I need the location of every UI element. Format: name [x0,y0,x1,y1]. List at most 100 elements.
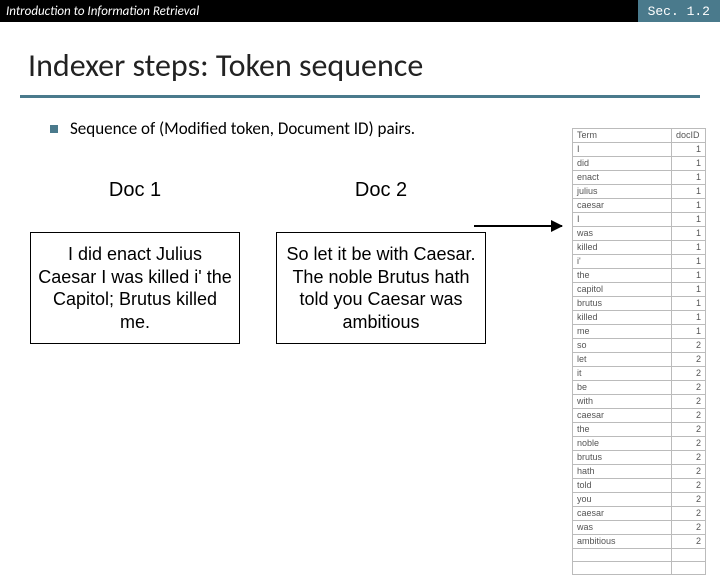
doc1-column: Doc 1 I did enact Julius Caesar I was ki… [30,179,240,344]
table-row: be2 [573,381,706,395]
cell-term: so [573,339,672,353]
table-row: capitol1 [573,283,706,297]
title-area: Indexer steps: Token sequence [0,22,720,91]
doc2-column: Doc 2 So let it be with Caesar. The nobl… [276,179,486,344]
cell-term: i' [573,255,672,269]
cell-docid: 1 [672,185,706,199]
cell-term: killed [573,241,672,255]
cell-term: with [573,395,672,409]
doc1-heading: Doc 1 [30,179,240,202]
cell-docid: 2 [672,521,706,535]
cell-term: the [573,269,672,283]
cell-term: told [573,479,672,493]
cell-term: the [573,423,672,437]
table-row: I1 [573,143,706,157]
cell-docid: 2 [672,381,706,395]
cell-term: caesar [573,199,672,213]
table-row: noble2 [573,437,706,451]
table-header-term: Term [573,129,672,143]
cell-term: did [573,157,672,171]
cell-docid: 1 [672,171,706,185]
doc2-box: So let it be with Caesar. The noble Brut… [276,232,486,344]
table-row: told2 [573,479,706,493]
cell-term: I [573,213,672,227]
table-row: the2 [573,423,706,437]
cell-docid: 1 [672,325,706,339]
cell-term: was [573,521,672,535]
table-row: hath2 [573,465,706,479]
cell-docid: 1 [672,255,706,269]
table-row: me1 [573,325,706,339]
table-row: killed1 [573,311,706,325]
cell-docid: 1 [672,199,706,213]
bullet-icon [50,125,58,133]
table-row: julius1 [573,185,706,199]
cell-docid: 2 [672,479,706,493]
cell-docid [672,549,706,562]
cell-term: noble [573,437,672,451]
table-row: it2 [573,367,706,381]
cell-term: brutus [573,297,672,311]
table-row: let2 [573,353,706,367]
table-row: enact1 [573,171,706,185]
cell-docid: 1 [672,227,706,241]
cell-term: it [573,367,672,381]
cell-docid: 2 [672,465,706,479]
table-row: i'1 [573,255,706,269]
cell-term: be [573,381,672,395]
cell-docid: 2 [672,409,706,423]
cell-term: I [573,143,672,157]
table-row: caesar2 [573,507,706,521]
table-row: you2 [573,493,706,507]
cell-term: you [573,493,672,507]
table-row: did1 [573,157,706,171]
cell-term: brutus [573,451,672,465]
cell-term: caesar [573,507,672,521]
cell-docid: 1 [672,311,706,325]
table-row: killed1 [573,241,706,255]
cell-term [573,549,672,562]
table-row: I1 [573,213,706,227]
cell-term: let [573,353,672,367]
cell-docid: 2 [672,437,706,451]
doc1-box: I did enact Julius Caesar I was killed i… [30,232,240,344]
table-row: the1 [573,269,706,283]
table-row: caesar2 [573,409,706,423]
header-bar: Introduction to Information Retrieval Se… [0,0,720,22]
cell-docid: 2 [672,507,706,521]
table-row: with2 [573,395,706,409]
cell-docid: 2 [672,493,706,507]
cell-docid: 2 [672,535,706,549]
cell-term: ambitious [573,535,672,549]
header-section-badge: Sec. 1.2 [638,0,720,22]
table-row: brutus2 [573,451,706,465]
cell-term: me [573,325,672,339]
cell-docid: 2 [672,451,706,465]
cell-term: capitol [573,283,672,297]
table-row [573,549,706,562]
cell-docid: 1 [672,157,706,171]
cell-term: killed [573,311,672,325]
cell-term: was [573,227,672,241]
cell-docid: 1 [672,297,706,311]
table-row: so2 [573,339,706,353]
cell-docid [672,562,706,575]
cell-term: enact [573,171,672,185]
table-row: brutus1 [573,297,706,311]
table-row: caesar1 [573,199,706,213]
bullet-text: Sequence of (Modified token, Document ID… [70,118,415,139]
table-header-docid: docID [672,129,706,143]
cell-docid: 2 [672,353,706,367]
table-row: was1 [573,227,706,241]
header-left-title: Introduction to Information Retrieval [0,4,199,19]
cell-docid: 1 [672,269,706,283]
table-row [573,562,706,575]
arrow-icon [474,225,562,227]
table-row: was2 [573,521,706,535]
doc2-heading: Doc 2 [276,179,486,202]
cell-term: julius [573,185,672,199]
cell-term [573,562,672,575]
cell-docid: 2 [672,395,706,409]
cell-docid: 1 [672,241,706,255]
slide-title: Indexer steps: Token sequence [28,46,692,85]
